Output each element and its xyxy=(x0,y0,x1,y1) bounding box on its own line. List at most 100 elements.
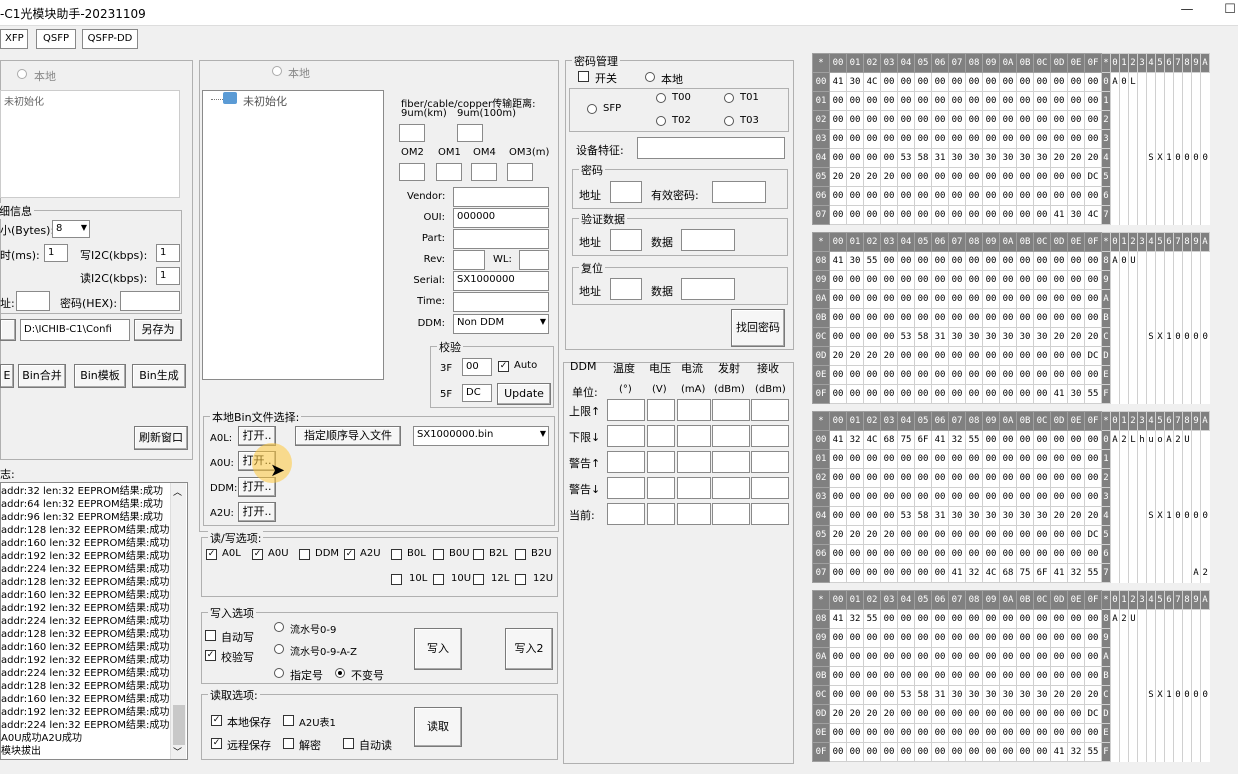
save-as-button[interactable]: 另存为 xyxy=(134,319,182,341)
t02-radio[interactable] xyxy=(656,116,666,126)
hex-byte-cell[interactable]: 00 xyxy=(948,449,966,469)
hex-byte-cell[interactable]: 00 xyxy=(965,449,983,469)
hex-byte-cell[interactable]: 00 xyxy=(1050,609,1068,629)
hex-byte-cell[interactable]: 00 xyxy=(829,647,847,667)
hex-byte-cell[interactable]: 00 xyxy=(999,647,1017,667)
hex-byte-cell[interactable]: 00 xyxy=(1033,251,1051,271)
hex-byte-cell[interactable]: 30 xyxy=(948,506,966,526)
hex-byte-cell[interactable]: 00 xyxy=(846,685,864,705)
hex-byte-cell[interactable]: 00 xyxy=(846,384,864,404)
hex-byte-cell[interactable]: 00 xyxy=(846,506,864,526)
verify-addr-input[interactable] xyxy=(610,229,642,251)
hex-byte-cell[interactable]: 00 xyxy=(1084,308,1102,328)
hex-byte-cell[interactable]: 00 xyxy=(863,449,881,469)
hex-table[interactable]: * 00 01 02 03 04 05 06 07 08 09 0A 0B 0C 0D 0E 0F * 0 1 2 3 4 5… xyxy=(812,53,1210,225)
hex-byte-cell[interactable]: 00 xyxy=(829,308,847,328)
hex-byte-cell[interactable]: 00 xyxy=(863,666,881,686)
hex-byte-cell[interactable]: 55 xyxy=(1084,563,1102,583)
hex-byte-cell[interactable]: 00 xyxy=(1050,129,1068,149)
reset-data-input[interactable] xyxy=(681,278,735,300)
hex-byte-cell[interactable]: 00 xyxy=(914,468,932,488)
hex-byte-cell[interactable]: 00 xyxy=(897,270,915,290)
hex-byte-cell[interactable]: 55 xyxy=(863,609,881,629)
hex-byte-cell[interactable]: 30 xyxy=(1067,384,1085,404)
hex-byte-cell[interactable]: 75 xyxy=(1016,563,1034,583)
hex-byte-cell[interactable]: 00 xyxy=(965,525,983,545)
hex-table[interactable]: * 00 01 02 03 04 05 06 07 08 09 0A 0B 0C 0D 0E 0F * 0 1 2 3 4 5… xyxy=(812,411,1210,583)
ddm-cell-input[interactable] xyxy=(751,503,789,525)
hex-byte-cell[interactable]: 00 xyxy=(931,72,949,92)
hex-byte-cell[interactable]: 00 xyxy=(948,110,966,130)
b0l-checkbox[interactable] xyxy=(391,549,402,560)
hex-byte-cell[interactable]: 00 xyxy=(880,609,898,629)
hex-byte-cell[interactable]: 00 xyxy=(897,742,915,762)
ddm-cell-input[interactable] xyxy=(712,477,750,499)
hex-byte-cell[interactable]: 00 xyxy=(897,72,915,92)
hex-byte-cell[interactable]: 00 xyxy=(829,186,847,206)
hex-byte-cell[interactable]: 00 xyxy=(982,449,1000,469)
hex-byte-cell[interactable]: 00 xyxy=(1016,251,1034,271)
hex-byte-cell[interactable]: 00 xyxy=(880,72,898,92)
minimize-button[interactable]: — xyxy=(1172,2,1202,22)
hex-byte-cell[interactable]: 00 xyxy=(982,525,1000,545)
hex-byte-cell[interactable]: 00 xyxy=(999,91,1017,111)
hex-byte-cell[interactable]: 00 xyxy=(829,91,847,111)
hex-byte-cell[interactable]: 00 xyxy=(965,167,983,187)
hex-byte-cell[interactable]: 00 xyxy=(1050,251,1068,271)
hex-byte-cell[interactable]: 00 xyxy=(880,666,898,686)
hex-byte-cell[interactable]: 00 xyxy=(863,563,881,583)
hex-byte-cell[interactable]: 00 xyxy=(880,186,898,206)
hex-byte-cell[interactable]: 00 xyxy=(982,308,1000,328)
hex-byte-cell[interactable]: 00 xyxy=(880,129,898,149)
hex-byte-cell[interactable]: 00 xyxy=(897,365,915,385)
serial09-radio[interactable] xyxy=(274,622,284,632)
local-save-checkbox[interactable]: ✓ xyxy=(211,715,222,726)
hex-byte-cell[interactable]: 00 xyxy=(999,186,1017,206)
hex-byte-cell[interactable]: 00 xyxy=(829,544,847,564)
hex-byte-cell[interactable]: 00 xyxy=(897,628,915,648)
hex-byte-cell[interactable]: 00 xyxy=(897,468,915,488)
hex-byte-cell[interactable]: 00 xyxy=(880,91,898,111)
hex-byte-cell[interactable]: 00 xyxy=(965,110,983,130)
hex-byte-cell[interactable]: 00 xyxy=(931,742,949,762)
hex-byte-cell[interactable]: 00 xyxy=(982,346,1000,366)
hex-byte-cell[interactable]: 00 xyxy=(982,609,1000,629)
hex-byte-cell[interactable]: 30 xyxy=(846,251,864,271)
hex-byte-cell[interactable]: 00 xyxy=(1084,666,1102,686)
hex-byte-cell[interactable]: 00 xyxy=(982,72,1000,92)
hex-byte-cell[interactable]: 00 xyxy=(999,430,1017,450)
hex-byte-cell[interactable]: 00 xyxy=(880,110,898,130)
hex-byte-cell[interactable]: 00 xyxy=(1067,365,1085,385)
hex-byte-cell[interactable]: 00 xyxy=(999,251,1017,271)
hex-byte-cell[interactable]: 00 xyxy=(999,167,1017,187)
hex-byte-cell[interactable]: 00 xyxy=(931,628,949,648)
hex-byte-cell[interactable]: 00 xyxy=(1050,723,1068,743)
hex-byte-cell[interactable]: 31 xyxy=(931,148,949,168)
hex-byte-cell[interactable]: 00 xyxy=(863,110,881,130)
hex-byte-cell[interactable]: 00 xyxy=(1050,270,1068,290)
hex-byte-cell[interactable]: 32 xyxy=(1067,563,1085,583)
hex-byte-cell[interactable]: 30 xyxy=(999,148,1017,168)
hex-byte-cell[interactable]: 00 xyxy=(914,704,932,724)
hex-byte-cell[interactable]: 00 xyxy=(897,186,915,206)
hex-byte-cell[interactable]: 20 xyxy=(1067,685,1085,705)
hex-byte-cell[interactable]: 00 xyxy=(880,449,898,469)
hex-byte-cell[interactable]: 00 xyxy=(931,365,949,385)
hex-byte-cell[interactable]: 00 xyxy=(1033,91,1051,111)
hex-byte-cell[interactable]: 00 xyxy=(1033,609,1051,629)
hex-byte-cell[interactable]: 00 xyxy=(863,628,881,648)
ddm-cell-input[interactable] xyxy=(647,451,675,473)
hex-byte-cell[interactable]: 00 xyxy=(1050,289,1068,309)
f3-input[interactable]: 00 xyxy=(462,358,492,376)
hex-byte-cell[interactable]: 00 xyxy=(1084,544,1102,564)
hex-byte-cell[interactable]: 20 xyxy=(1084,327,1102,347)
hex-byte-cell[interactable]: 00 xyxy=(1067,468,1085,488)
hex-byte-cell[interactable]: 00 xyxy=(931,468,949,488)
hex-byte-cell[interactable]: 00 xyxy=(999,289,1017,309)
write-button[interactable]: 写入 xyxy=(414,628,462,670)
hex-byte-cell[interactable]: 00 xyxy=(1067,723,1085,743)
decrypt-checkbox[interactable] xyxy=(283,738,294,749)
ddm-cell-input[interactable] xyxy=(647,477,675,499)
hex-byte-cell[interactable]: 00 xyxy=(1033,129,1051,149)
hex-byte-cell[interactable]: 31 xyxy=(931,506,949,526)
